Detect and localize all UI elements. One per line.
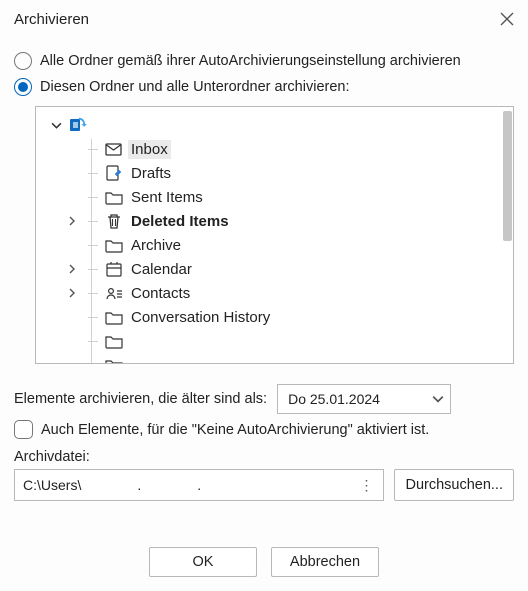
- tree-item-label: Conversation History: [128, 308, 273, 327]
- mail-icon: [104, 139, 124, 159]
- older-than-date-dropdown[interactable]: Do 25.01.2024: [277, 384, 451, 414]
- folder-tree[interactable]: Inbox Drafts Sent Items Deleted Items Archiv…: [35, 106, 514, 364]
- tree-item[interactable]: Sent Items: [40, 185, 509, 209]
- dialog-title: Archivieren: [14, 11, 89, 28]
- tree-item[interactable]: Deleted Items: [40, 209, 509, 233]
- tree-item[interactable]: Drafts: [40, 161, 509, 185]
- tree-item-label: Inbox: [128, 140, 171, 159]
- close-icon[interactable]: [498, 10, 516, 28]
- folder-icon: [104, 187, 124, 207]
- tree-item-label: Drafts: [128, 164, 174, 183]
- radio-icon: [14, 52, 32, 70]
- chevron-down-icon: [432, 393, 444, 405]
- calendar-icon: [104, 259, 124, 279]
- tree-item-label: Sent Items: [128, 188, 206, 207]
- tree-account-row[interactable]: [40, 113, 509, 137]
- radio-archive-all-label: Alle Ordner gemäß ihrer AutoArchivierung…: [40, 53, 461, 69]
- radio-archive-this-folder[interactable]: Diesen Ordner und alle Unterordner archi…: [14, 74, 514, 100]
- tree-item[interactable]: Contacts: [40, 281, 509, 305]
- older-than-date-value: Do 25.01.2024: [288, 391, 380, 407]
- ok-button[interactable]: OK: [149, 547, 257, 577]
- radio-icon: [14, 78, 32, 96]
- cancel-button[interactable]: Abbrechen: [271, 547, 379, 577]
- chevron-down-icon[interactable]: [46, 120, 66, 131]
- exchange-icon: [70, 115, 90, 135]
- tree-item[interactable]: Conversation History: [40, 305, 509, 329]
- chevron-right-icon[interactable]: [62, 216, 82, 226]
- folder-icon: [104, 307, 124, 327]
- tree-item[interactable]: [40, 353, 509, 364]
- tree-item[interactable]: Calendar: [40, 257, 509, 281]
- older-than-label: Elemente archivieren, die älter sind als…: [14, 391, 267, 407]
- radio-archive-this-label: Diesen Ordner und alle Unterordner archi…: [40, 79, 350, 95]
- checkbox-icon: [14, 420, 33, 439]
- chevron-right-icon[interactable]: [62, 288, 82, 298]
- tree-account-label: [94, 124, 100, 126]
- scrollbar[interactable]: [502, 111, 513, 359]
- drafts-icon: [104, 163, 124, 183]
- contacts-icon: [104, 283, 124, 303]
- archive-file-label: Archivdatei:: [14, 449, 514, 465]
- radio-archive-all[interactable]: Alle Ordner gemäß ihrer AutoArchivierung…: [14, 48, 514, 74]
- archive-dialog: Archivieren Alle Ordner gemäß ihrer Auto…: [0, 0, 528, 591]
- folder-icon: [104, 331, 124, 351]
- more-icon: ⋮: [359, 477, 375, 494]
- tree-item-label: [128, 340, 134, 342]
- folder-icon: [104, 355, 124, 364]
- tree-item-label: Deleted Items: [128, 212, 232, 231]
- dialog-footer: OK Abbrechen: [0, 531, 528, 591]
- tree-item[interactable]: Inbox: [40, 137, 509, 161]
- include-no-autoarchive-checkbox[interactable]: Auch Elemente, für die "Keine AutoArchiv…: [14, 420, 514, 439]
- archive-file-value: C:\Users\: [23, 477, 81, 493]
- archive-file-input[interactable]: C:\Users\ .. ⋮: [14, 469, 384, 501]
- scrollbar-thumb[interactable]: [503, 111, 512, 241]
- tree-item-label: Contacts: [128, 284, 193, 303]
- folder-icon: [104, 235, 124, 255]
- tree-item-label: Calendar: [128, 260, 195, 279]
- tree-item[interactable]: [40, 329, 509, 353]
- trash-icon: [104, 211, 124, 231]
- include-no-autoarchive-label: Auch Elemente, für die "Keine AutoArchiv…: [41, 422, 429, 438]
- titlebar: Archivieren: [0, 0, 528, 38]
- browse-button[interactable]: Durchsuchen...: [394, 469, 514, 501]
- chevron-right-icon[interactable]: [62, 264, 82, 274]
- tree-item-label: Archive: [128, 236, 184, 255]
- tree-item[interactable]: Archive: [40, 233, 509, 257]
